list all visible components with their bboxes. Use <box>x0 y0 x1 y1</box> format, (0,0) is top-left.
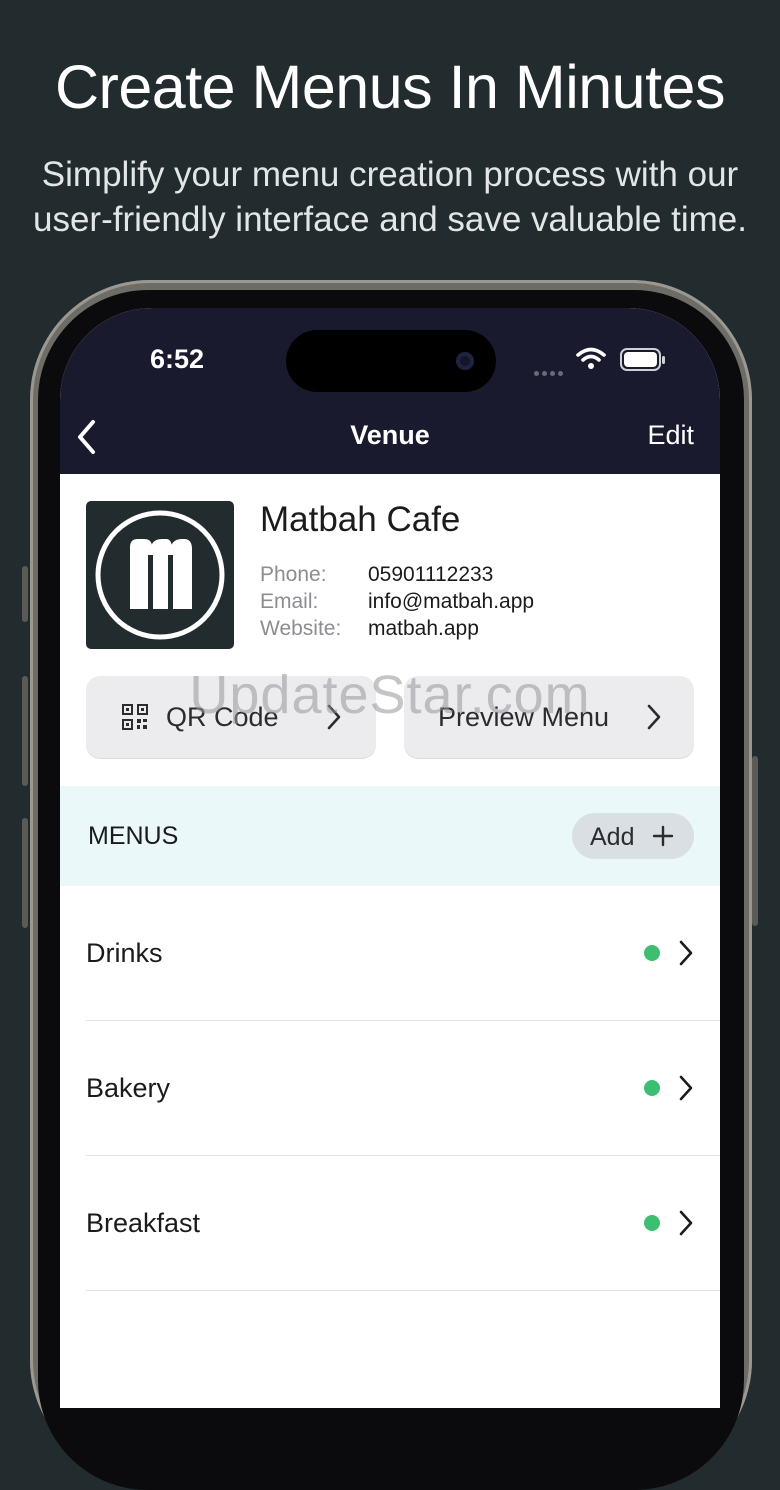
cellular-signal-icon <box>534 363 566 381</box>
chevron-right-icon <box>327 704 341 730</box>
wifi-icon <box>576 347 606 369</box>
menu-item-name: Bakery <box>86 1073 171 1103</box>
edit-button[interactable]: Edit <box>647 420 694 451</box>
chevron-right-icon <box>679 940 693 966</box>
power-button <box>752 756 758 926</box>
venue-contact-info: Phone: 05901112233 Email: info@matbah.app … <box>260 561 534 642</box>
website-value: matbah.app <box>368 617 479 640</box>
chevron-right-icon <box>647 704 661 730</box>
menu-list-item[interactable]: Breakfast <box>86 1156 720 1291</box>
menu-list-item[interactable]: Drinks <box>86 886 720 1021</box>
active-status-dot <box>644 1215 660 1231</box>
venue-name: Matbah Cafe <box>260 500 461 539</box>
chevron-right-icon <box>679 1075 693 1101</box>
preview-menu-label: Preview Menu <box>438 702 610 732</box>
menus-section-header: MENUS Add <box>60 786 720 886</box>
volume-down-button <box>22 818 28 928</box>
mute-switch <box>22 566 28 622</box>
promo-subhead: Simplify your menu creation process with… <box>33 155 747 239</box>
add-menu-label: Add <box>590 823 635 851</box>
nav-title: Venue <box>350 420 430 450</box>
venue-logo <box>86 501 234 649</box>
menu-item-name: Drinks <box>86 938 163 968</box>
menu-item-name: Breakfast <box>86 1208 201 1238</box>
plus-icon <box>652 825 674 847</box>
status-time: 6:52 <box>150 344 205 374</box>
active-status-dot <box>644 945 660 961</box>
dynamic-island <box>286 330 496 392</box>
chevron-right-icon <box>679 1210 693 1236</box>
qr-code-label: QR Code <box>166 702 279 732</box>
qr-code-button[interactable]: QR Code <box>86 676 376 758</box>
promo-headline: Create Menus In Minutes <box>55 53 725 121</box>
matbah-logo-icon <box>95 510 225 640</box>
qr-code-icon <box>122 704 148 730</box>
active-status-dot <box>644 1080 660 1096</box>
volume-up-button <box>22 676 28 786</box>
email-label: Email: <box>260 590 319 613</box>
website-label: Website: <box>260 617 342 640</box>
add-menu-button[interactable]: Add <box>572 813 694 859</box>
top-bar: 6:52 Venue Edit <box>60 308 720 474</box>
preview-menu-button[interactable]: Preview Menu <box>404 676 694 758</box>
phone-label: Phone: <box>260 563 327 586</box>
phone-value: 05901112233 <box>368 563 494 586</box>
menu-list-item[interactable]: Bakery <box>86 1021 720 1156</box>
email-value: info@matbah.app <box>368 590 535 613</box>
phone-screen: 6:52 Venue Edit Matbah Cafe Phone: 05901… <box>60 308 720 1408</box>
battery-icon <box>620 348 665 371</box>
camera-icon <box>456 352 474 370</box>
menus-section-title: MENUS <box>88 822 179 850</box>
